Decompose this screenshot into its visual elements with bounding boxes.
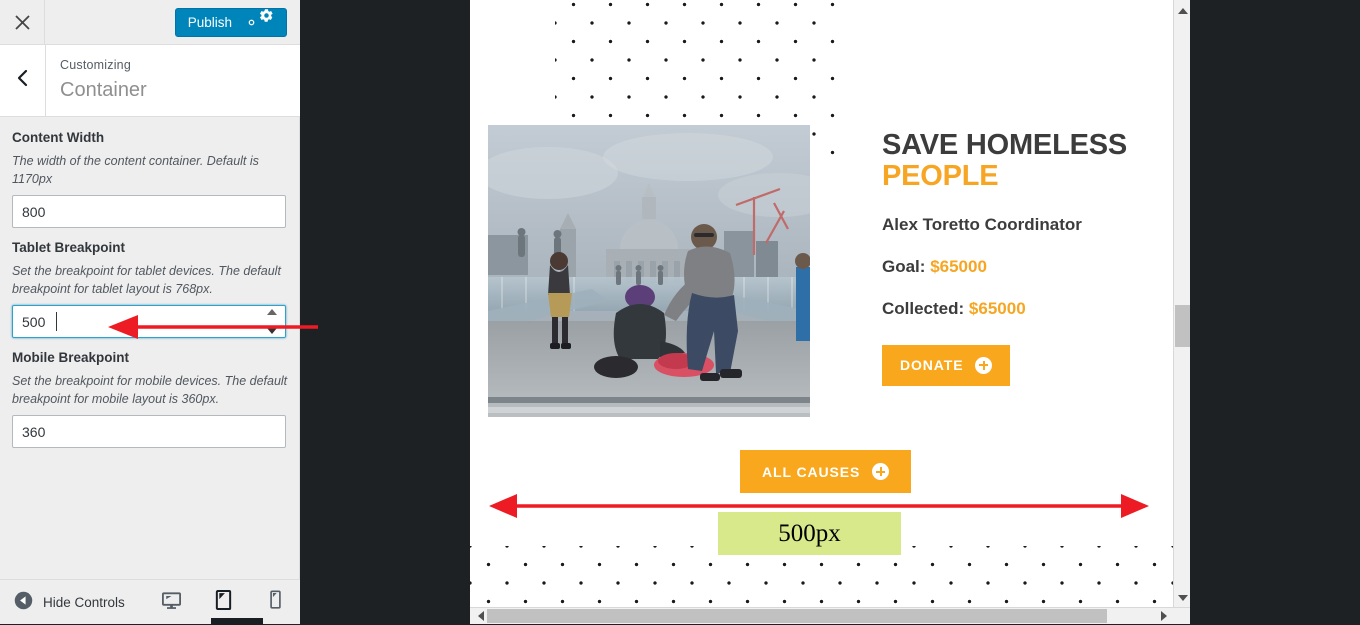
mobile-breakpoint-input[interactable] xyxy=(12,415,286,449)
control-mobile-breakpoint: Mobile Breakpoint Set the breakpoint for… xyxy=(12,349,288,449)
scroll-right-button[interactable] xyxy=(1155,608,1172,624)
device-preview-switcher xyxy=(156,580,290,625)
controls-list: Content Width The width of the content c… xyxy=(0,117,300,579)
chevron-up-icon xyxy=(1177,7,1188,14)
panel-titles: Customizing Container xyxy=(60,58,147,102)
hero-text-block: SAVE HOMELESS PEOPLE Alex Toretto Coordi… xyxy=(882,129,1152,386)
scroll-up-button[interactable] xyxy=(1174,2,1190,19)
hero-title: SAVE HOMELESS PEOPLE xyxy=(882,129,1152,193)
gear-icon[interactable] xyxy=(244,8,274,30)
annotation-width-label: 500px xyxy=(718,512,901,555)
control-description: Set the breakpoint for tablet devices. T… xyxy=(12,264,281,297)
hero-title-line1: SAVE HOMELESS xyxy=(882,129,1128,161)
device-mobile-button[interactable] xyxy=(260,580,290,625)
mobile-icon xyxy=(269,589,282,616)
control-label: Content Width xyxy=(12,130,105,145)
all-causes-button-label: ALL CAUSES xyxy=(762,463,861,480)
control-description: The width of the content container. Defa… xyxy=(12,153,259,187)
all-causes-button[interactable]: ALL CAUSES xyxy=(740,450,912,493)
text-caret xyxy=(56,312,57,332)
plus-circle-icon xyxy=(975,356,993,374)
preview-vertical-scrollbar[interactable] xyxy=(1173,0,1190,608)
vertical-scrollbar-thumb[interactable] xyxy=(1175,305,1190,347)
breadcrumb: Customizing xyxy=(60,58,131,72)
control-label: Tablet Breakpoint xyxy=(12,240,126,256)
control-description: Set the breakpoint for mobile devices. T… xyxy=(12,374,288,407)
collected-amount: $65000 xyxy=(968,299,1026,319)
scroll-down-button[interactable] xyxy=(1174,589,1190,606)
chevron-left-icon xyxy=(477,611,484,621)
hero-title-line2: PEOPLE xyxy=(882,160,999,193)
tablet-breakpoint-input-wrap xyxy=(12,305,286,339)
device-tablet-button[interactable] xyxy=(208,580,263,625)
close-customizer-button[interactable] xyxy=(0,0,45,44)
mobile-breakpoint-input-wrap xyxy=(12,415,286,449)
preview-horizontal-scrollbar[interactable] xyxy=(470,607,1190,624)
hero-image xyxy=(488,125,810,417)
chevron-down-icon xyxy=(1177,594,1188,601)
device-desktop-button[interactable] xyxy=(156,580,186,625)
stepper-down-icon[interactable] xyxy=(267,328,277,335)
hero-goal: Goal: $65000 xyxy=(882,257,1152,277)
control-content-width: Content Width The width of the content c… xyxy=(12,129,288,229)
horizontal-scrollbar-thumb[interactable] xyxy=(487,609,1107,623)
chevron-left-icon xyxy=(16,68,30,93)
hero-collected: Collected: $65000 xyxy=(882,299,1152,319)
number-stepper[interactable] xyxy=(267,309,280,335)
stepper-up-icon[interactable] xyxy=(267,309,277,316)
customizer-screen: Publish Customizing Container Content Wi… xyxy=(0,0,1360,625)
page-title: Container xyxy=(60,79,147,101)
hide-controls-button[interactable]: Hide Controls xyxy=(14,580,125,625)
collapse-left-arrow-icon xyxy=(14,591,33,615)
close-x-icon xyxy=(14,14,31,31)
panel-header: Customizing Container xyxy=(0,45,300,117)
back-button[interactable] xyxy=(0,45,46,116)
publish-button[interactable]: Publish xyxy=(174,8,287,37)
tablet-icon xyxy=(214,589,233,617)
content-width-input[interactable] xyxy=(12,195,286,229)
chevron-right-icon xyxy=(1160,611,1167,621)
goal-label: Goal: xyxy=(882,257,926,277)
customizer-footer: Hide Controls xyxy=(0,579,300,625)
publish-button-label: Publish xyxy=(187,14,232,30)
control-label: Mobile Breakpoint xyxy=(12,350,130,366)
hide-controls-label: Hide Controls xyxy=(43,595,125,610)
desktop-icon xyxy=(161,590,182,616)
control-tablet-breakpoint: Tablet Breakpoint Set the breakpoint for… xyxy=(12,239,288,339)
donate-button-label: DONATE xyxy=(900,357,964,374)
goal-amount: $65000 xyxy=(930,257,987,277)
hero-coordinator: Alex Toretto Coordinator xyxy=(882,214,1082,234)
decorative-dot-pattern-bottom xyxy=(470,546,1173,608)
donate-button[interactable]: DONATE xyxy=(882,344,1011,386)
content-width-input-wrap xyxy=(12,195,286,229)
plus-circle-icon xyxy=(872,463,890,480)
customizer-sidebar: Publish Customizing Container Content Wi… xyxy=(0,0,300,625)
tablet-breakpoint-input[interactable] xyxy=(12,305,286,339)
collected-label: Collected: xyxy=(882,299,965,319)
customizer-topbar: Publish xyxy=(0,0,300,45)
